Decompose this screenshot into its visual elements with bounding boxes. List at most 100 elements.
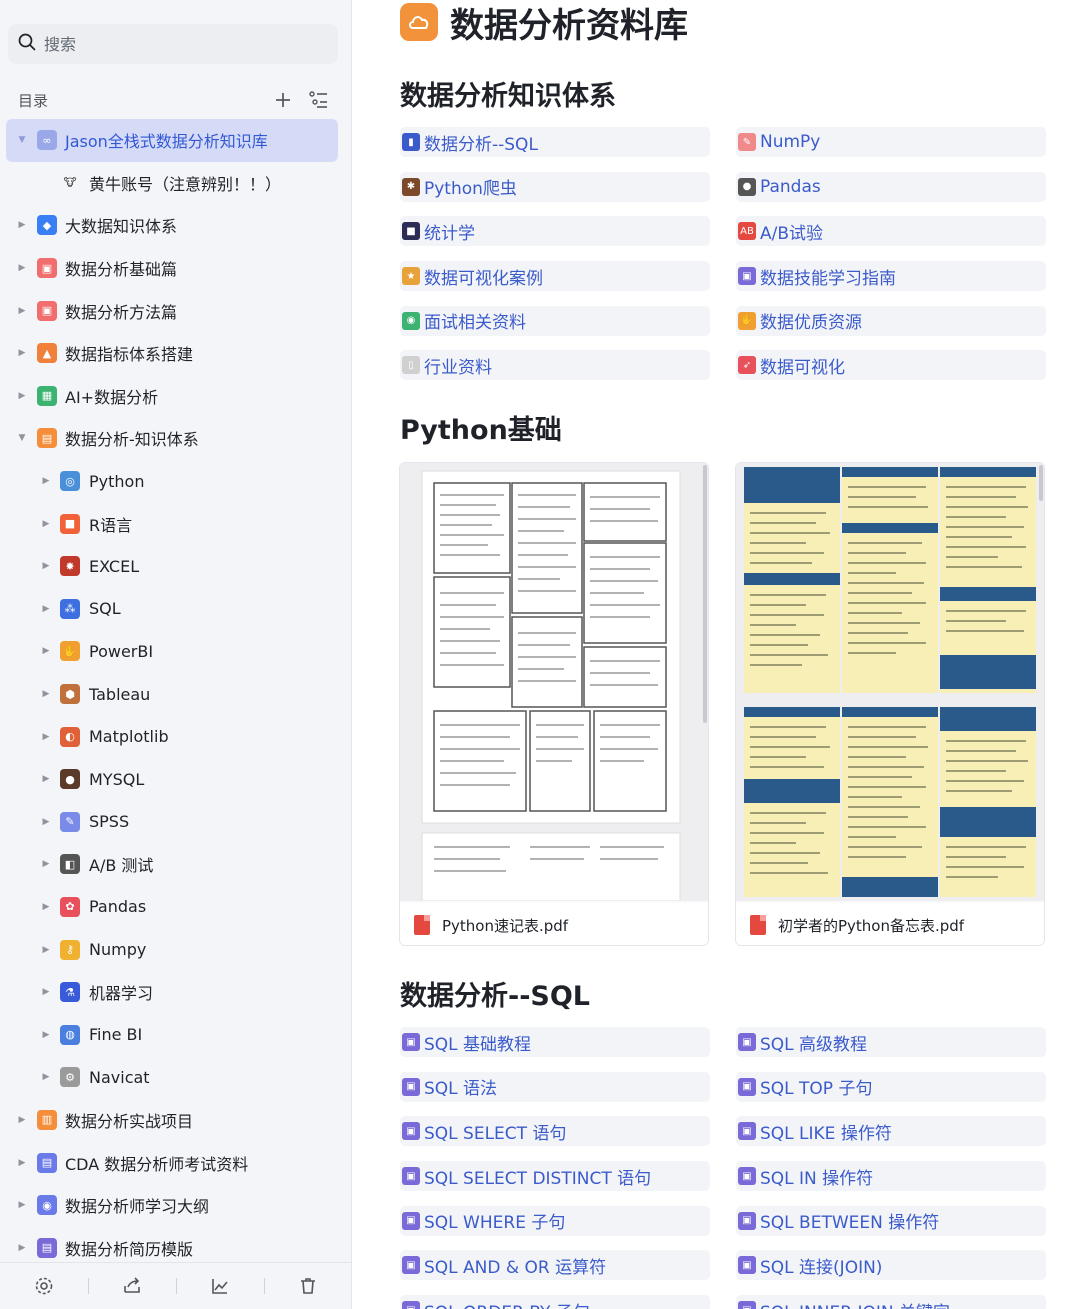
- toc-item[interactable]: ▶ ⚙ Navicat: [0, 1056, 352, 1099]
- doc-link[interactable]: ▣ SQL ORDER BY 子句: [400, 1295, 710, 1309]
- doc-link[interactable]: ▣ SQL LIKE 操作符: [736, 1116, 1046, 1147]
- caret-right-icon[interactable]: ▶: [40, 901, 52, 913]
- doc-link[interactable]: ▣ SQL 连接(JOIN): [736, 1250, 1046, 1281]
- doc-link[interactable]: ◉ 面试相关资料: [400, 305, 710, 336]
- toc-item[interactable]: ▶ ✎ SPSS: [0, 801, 352, 844]
- doc-link[interactable]: ▮ 数据分析--SQL: [400, 127, 710, 157]
- toc-item[interactable]: ▶ ◍ Fine BI: [0, 1013, 352, 1056]
- doc-link[interactable]: ▣ SQL 基础教程: [400, 1027, 710, 1057]
- caret-right-icon[interactable]: ▶: [40, 603, 52, 615]
- toc-item[interactable]: ▶ ✸ EXCEL: [0, 545, 352, 588]
- caret-right-icon[interactable]: ▶: [16, 1242, 28, 1254]
- caret-right-icon[interactable]: ▶: [40, 688, 52, 700]
- caret-right-icon[interactable]: ▶: [40, 518, 52, 530]
- book-icon: ▣: [402, 1211, 420, 1230]
- caret-right-icon[interactable]: ▶: [16, 390, 28, 402]
- doc-link[interactable]: ▣ SQL INNER JOIN 关键字: [736, 1295, 1046, 1309]
- caret-right-icon[interactable]: ▶: [40, 986, 52, 998]
- doc-link[interactable]: ★ 数据可视化案例: [400, 261, 710, 292]
- toc-item[interactable]: ▼ ∞ Jason全栈式数据分析知识库: [6, 119, 338, 162]
- doc-link[interactable]: ▯ 行业资料: [400, 350, 710, 381]
- doc-link[interactable]: ▣ SQL 语法: [400, 1071, 710, 1102]
- caret-right-icon[interactable]: ▶: [40, 944, 52, 956]
- toc-item[interactable]: ▼ ▤ 数据分析-知识体系: [0, 417, 352, 460]
- caret-right-icon[interactable]: ▶: [40, 816, 52, 828]
- caret-right-icon[interactable]: ▶: [40, 475, 52, 487]
- stats-icon[interactable]: [176, 1276, 264, 1296]
- file-cards: Python速记表.pdf 初学者的Python备忘表.pdf: [399, 462, 1047, 946]
- toc-item[interactable]: ▶ ▥ 数据分析实战项目: [0, 1099, 352, 1142]
- pdf-preview[interactable]: [736, 463, 1044, 901]
- settings-icon[interactable]: [0, 1276, 88, 1296]
- doc-link[interactable]: ➶ 数据可视化: [736, 350, 1046, 381]
- book-icon: ▣: [738, 1077, 756, 1096]
- toc-item[interactable]: ▶ ▣ 数据分析方法篇: [0, 289, 352, 332]
- toc-item[interactable]: ▶ ◧ A/B 测试: [0, 843, 352, 886]
- caret-right-icon[interactable]: ▶: [40, 773, 52, 785]
- book-icon: ▣: [738, 1033, 756, 1051]
- doc-link[interactable]: ● Pandas: [736, 171, 1046, 202]
- caret-right-icon[interactable]: ▶: [40, 1071, 52, 1083]
- file-name-row[interactable]: 初学者的Python备忘表.pdf: [736, 903, 1044, 945]
- doc-link[interactable]: ▣ SQL AND & OR 运算符: [400, 1250, 710, 1281]
- toc-item[interactable]: 🐮 黄牛账号（注意辨别！！）: [0, 162, 352, 205]
- doc-link[interactable]: AB A/B试验: [736, 216, 1046, 247]
- search-box[interactable]: [8, 24, 338, 64]
- caret-right-icon[interactable]: ▶: [40, 560, 52, 572]
- doc-link[interactable]: ✋ 数据优质资源: [736, 305, 1046, 336]
- caret-down-icon[interactable]: ▼: [16, 432, 28, 444]
- toc-item[interactable]: ▶ ✋ PowerBI: [0, 630, 352, 673]
- share-icon[interactable]: [88, 1276, 176, 1296]
- toc-item[interactable]: ▶ ▤ CDA 数据分析师考试资料: [0, 1141, 352, 1184]
- doc-link[interactable]: ▣ SQL 高级教程: [736, 1027, 1046, 1057]
- caret-right-icon[interactable]: ▶: [40, 731, 52, 743]
- doc-link[interactable]: ✎ NumPy: [736, 127, 1046, 157]
- toc-item[interactable]: ▶ ▣ 数据分析基础篇: [0, 247, 352, 290]
- caret-right-icon[interactable]: ▶: [16, 1157, 28, 1169]
- file-card-python-cheatsheet[interactable]: Python速记表.pdf: [399, 462, 709, 946]
- toc-item[interactable]: ▶ ◎ Python: [0, 460, 352, 503]
- caret-right-icon[interactable]: ▶: [16, 262, 28, 274]
- add-icon[interactable]: [272, 89, 294, 111]
- caret-right-icon[interactable]: ▶: [40, 858, 52, 870]
- caret-right-icon[interactable]: ▶: [40, 645, 52, 657]
- toc-item[interactable]: ▶ ⚗ 机器学习: [0, 971, 352, 1014]
- toc-item[interactable]: ▶ ◐ Matplotlib: [0, 715, 352, 758]
- doc-link[interactable]: ▣ 数据技能学习指南: [736, 261, 1046, 292]
- preview-scrollbar[interactable]: [703, 465, 707, 723]
- search-input[interactable]: [44, 34, 304, 54]
- outline-list-icon[interactable]: [308, 89, 330, 111]
- toc-item[interactable]: ▶ ✿ Pandas: [0, 886, 352, 929]
- toc-item[interactable]: ▶ ◆ 大数据知识体系: [0, 204, 352, 247]
- doc-link[interactable]: ▣ SQL BETWEEN 操作符: [736, 1205, 1046, 1236]
- caret-right-icon[interactable]: ▶: [16, 219, 28, 231]
- pdf-preview[interactable]: [400, 463, 708, 901]
- toc-item[interactable]: ▶ ▲ 数据指标体系搭建: [0, 332, 352, 375]
- doc-link[interactable]: ▣ SQL SELECT DISTINCT 语句: [400, 1161, 710, 1192]
- preview-scrollbar[interactable]: [1039, 465, 1043, 501]
- toc-item[interactable]: ▶ ▦ AI+数据分析: [0, 375, 352, 418]
- book-icon: ▣: [402, 1256, 420, 1275]
- caret-right-icon[interactable]: ▶: [16, 1114, 28, 1126]
- caret-right-icon[interactable]: ▶: [16, 1199, 28, 1211]
- trash-icon[interactable]: [264, 1276, 352, 1296]
- toc-item[interactable]: ▶ ● MYSQL: [0, 758, 352, 801]
- toc-item[interactable]: ▶ ⁂ SQL: [0, 588, 352, 631]
- toc-item[interactable]: ▶ ◉ 数据分析师学习大纲: [0, 1184, 352, 1227]
- file-card-python-beginner[interactable]: 初学者的Python备忘表.pdf: [735, 462, 1045, 946]
- toc-item[interactable]: ▶ ⬢ Tableau: [0, 673, 352, 716]
- toc-item[interactable]: ▶ ⚷ Numpy: [0, 928, 352, 971]
- doc-link[interactable]: ▣ SQL WHERE 子句: [400, 1205, 710, 1236]
- caret-right-icon[interactable]: ▶: [40, 1029, 52, 1041]
- toc-item[interactable]: ▶ ■ R语言: [0, 502, 352, 545]
- doc-link[interactable]: ▣ SQL IN 操作符: [736, 1161, 1046, 1192]
- caret-right-icon[interactable]: ▶: [16, 305, 28, 317]
- caret-down-icon[interactable]: ▼: [16, 134, 28, 146]
- file-name: Python速记表.pdf: [442, 916, 569, 935]
- caret-right-icon[interactable]: ▶: [16, 347, 28, 359]
- doc-link[interactable]: ▣ SQL SELECT 语句: [400, 1116, 710, 1147]
- doc-link[interactable]: ✱ Python爬虫: [400, 171, 710, 202]
- doc-link[interactable]: ■ 统计学: [400, 216, 710, 247]
- doc-link[interactable]: ▣ SQL TOP 子句: [736, 1071, 1046, 1102]
- file-name-row[interactable]: Python速记表.pdf: [400, 903, 708, 945]
